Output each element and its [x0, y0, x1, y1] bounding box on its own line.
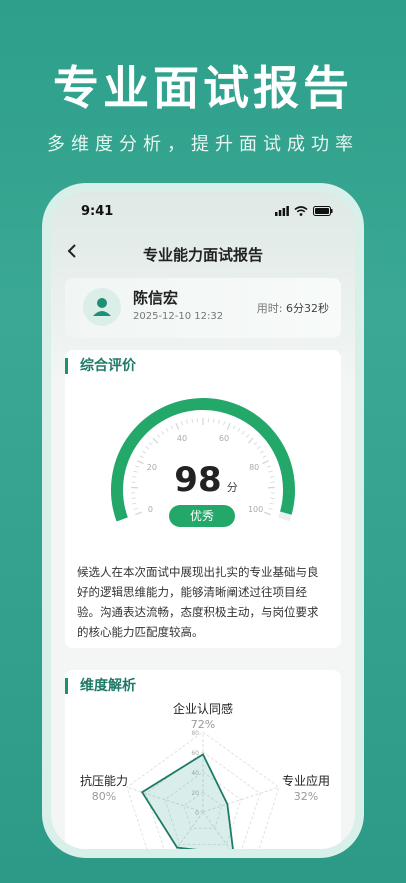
radar-chart: 806040200 — [126, 730, 280, 849]
gauge-tick — [246, 434, 250, 438]
gauge-tick — [175, 423, 180, 430]
duration-label: 用时: — [256, 302, 283, 315]
gauge-tick — [247, 437, 254, 444]
gauge-tick — [256, 446, 261, 450]
gauge-tick — [161, 430, 165, 435]
gauge-tick — [133, 470, 138, 473]
gauge-tick — [180, 421, 183, 426]
dimension-card: 维度解析 企业认同感 72% 专业应用 32% 抗压能力 80% 8060402… — [65, 670, 341, 849]
gauge-tick — [263, 511, 271, 516]
gauge-tick — [135, 511, 143, 516]
gauge-tick — [262, 460, 270, 465]
radar-scale-label: 60 — [191, 750, 199, 757]
dimension-section-title: 维度解析 — [65, 678, 136, 694]
battery-icon — [313, 206, 333, 216]
interview-duration: 用时: 6分32秒 — [257, 300, 329, 316]
gauge-tick — [266, 465, 271, 468]
gauge-tick — [136, 460, 144, 465]
evaluation-section-title: 综合评价 — [65, 358, 136, 374]
phone-frame: 9:41 专业能力面试报告 陈信宏 2025-12-10 12:32 用时: 6… — [42, 183, 364, 858]
gauge-tick-label: 60 — [219, 434, 229, 443]
promo-subtitle: 多维度分析，提升面试成功率 — [47, 134, 359, 155]
gauge-tick — [259, 450, 264, 454]
gauge-tick — [269, 502, 274, 505]
radar-value-polygon — [140, 753, 234, 849]
wifi-icon — [294, 206, 308, 216]
gauge-tick — [139, 455, 144, 459]
interview-datetime: 2025-12-10 12:32 — [133, 311, 224, 322]
gauge-tick — [145, 446, 150, 450]
gauge-tick — [132, 502, 137, 505]
gauge-tick — [226, 423, 231, 430]
signal-icon — [275, 206, 289, 216]
gauge-tick — [148, 441, 153, 446]
page-title: 专业能力面试报告 — [142, 246, 263, 264]
gauge-tick — [186, 419, 188, 424]
gauge-tick-label: 100 — [248, 505, 263, 514]
gauge-tick — [253, 441, 258, 446]
avatar — [83, 288, 121, 326]
status-time: 9:41 — [81, 204, 114, 219]
gauge-tick — [132, 476, 137, 478]
gauge-tick-label: 0 — [148, 505, 153, 514]
nav-bar: 专业能力面试报告 — [51, 242, 355, 266]
evaluation-comment: 候选人在本次面试中展现出扎实的专业基础与良好的逻辑思维能力，能够清晰阐述过往项目… — [77, 565, 319, 639]
radar-scale-label: 80 — [191, 730, 199, 737]
duration-value: 6分32秒 — [286, 302, 329, 315]
gauge-tick — [165, 427, 169, 432]
gauge-tick — [241, 430, 245, 435]
promo-title: 专业面试报告 — [53, 61, 353, 115]
gauge-tick — [156, 434, 160, 438]
gauge-tick — [152, 437, 159, 444]
gauge-tick — [262, 455, 267, 459]
candidate-name: 陈信宏 — [133, 289, 179, 307]
gauge-tick-label: 40 — [177, 434, 187, 443]
evaluation-card: 综合评价 0 20 40 60 80 100 98 分 优秀 候选人在本次面试中展现出扎实… — [65, 350, 341, 648]
status-bar: 9:41 — [51, 204, 355, 222]
gauge-tick — [133, 507, 138, 510]
score-value: 98 — [174, 460, 222, 500]
candidate-card: 陈信宏 2025-12-10 12:32 用时: 6分32秒 — [65, 278, 341, 338]
gauge-tick — [232, 425, 236, 430]
gauge-tick — [135, 465, 140, 468]
score-unit: 分 — [226, 481, 238, 494]
status-icons — [275, 206, 333, 216]
gauge-tick — [268, 470, 273, 473]
gauge-tick — [218, 419, 220, 424]
gauge-tick — [237, 427, 241, 432]
gauge-tick — [223, 421, 226, 426]
level-badge: 优秀 — [169, 505, 235, 527]
gauge-tick — [269, 476, 274, 478]
gauge-tick — [191, 418, 193, 423]
gauge-tick-label: 20 — [147, 463, 157, 472]
gauge-tick — [213, 418, 215, 423]
gauge-tick — [142, 450, 147, 454]
score-display: 98 分 — [161, 460, 251, 500]
gauge-tick — [170, 425, 174, 430]
gauge-tick — [268, 507, 273, 510]
user-icon — [93, 298, 111, 316]
